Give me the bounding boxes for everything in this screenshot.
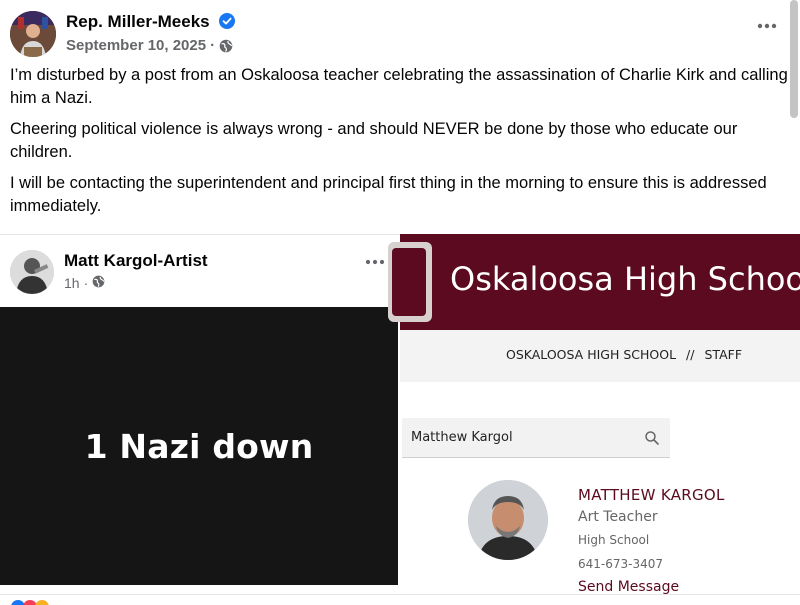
more-options-icon[interactable]: [756, 18, 778, 29]
post-meta: September 10, 2025 ·: [66, 37, 233, 54]
school-website-screenshot: Oskaloosa High School OSKALOOSA HIGH SCH…: [388, 234, 800, 594]
verified-badge-icon: [219, 13, 235, 29]
staff-search-input: Matthew Kargol: [402, 418, 670, 458]
school-logo: [388, 242, 432, 322]
staff-phone: 641-673-3407: [578, 557, 664, 571]
post-paragraph: Cheering political violence is always wr…: [10, 120, 738, 161]
search-icon: [644, 430, 660, 446]
author-avatar[interactable]: [10, 11, 56, 57]
meta-separator: ·: [210, 37, 216, 54]
embedded-facebook-post: Matt Kargol-Artist 1h · 1 Nazi down: [0, 234, 400, 585]
staff-photo: [468, 480, 548, 560]
meta-separator: ·: [83, 275, 89, 291]
breadcrumb-staff: STAFF: [704, 347, 743, 362]
reaction-icons[interactable]: [10, 594, 70, 605]
breadcrumb-separator: //: [686, 347, 695, 362]
staff-name: MATTHEW KARGOL: [578, 486, 725, 504]
divider: [0, 594, 800, 595]
post-paragraph: I’m disturbed by a post from an Oskaloos…: [10, 66, 788, 107]
post-paragraph: I will be contacting the superintendent …: [10, 174, 767, 215]
staff-search-value: Matthew Kargol: [411, 430, 513, 445]
school-title: Oskaloosa High School: [450, 260, 800, 298]
embedded-author-name: Matt Kargol-Artist: [64, 251, 208, 270]
embedded-post-header: Matt Kargol-Artist 1h ·: [0, 235, 400, 307]
staff-role: Art Teacher: [578, 509, 658, 525]
staff-directory: Matthew Kargol MATTHEW KARGOL Art Teache…: [400, 382, 800, 594]
post-date[interactable]: September 10, 2025: [66, 37, 206, 54]
globe-icon: [219, 39, 233, 53]
embedded-more-options-icon: [364, 253, 386, 265]
embedded-text-background: 1 Nazi down: [0, 307, 398, 585]
embedded-post-text: 1 Nazi down: [84, 426, 314, 466]
breadcrumb-school: OSKALOOSA HIGH SCHOOL: [506, 347, 677, 362]
send-message-link: Send Message: [578, 579, 680, 594]
embedded-post-time: 1h: [64, 275, 80, 291]
post-header: Rep. Miller-Meeks September 10, 2025 ·: [10, 8, 790, 58]
school-breadcrumb-bar: OSKALOOSA HIGH SCHOOL // STAFF: [400, 330, 800, 382]
school-banner: Oskaloosa High School: [388, 234, 800, 330]
staff-building: High School: [578, 533, 650, 547]
scrollbar-thumb[interactable]: [790, 0, 798, 118]
post-text: I’m disturbed by a post from an Oskaloos…: [10, 64, 788, 226]
embedded-author-avatar: [10, 250, 54, 294]
embedded-post-meta: 1h ·: [64, 275, 105, 291]
globe-icon: [92, 275, 105, 291]
breadcrumb: OSKALOOSA HIGH SCHOOL // STAFF: [506, 347, 742, 362]
post-author-name[interactable]: Rep. Miller-Meeks: [66, 12, 210, 32]
post-image[interactable]: Matt Kargol-Artist 1h · 1 Nazi down Oska…: [0, 234, 800, 594]
